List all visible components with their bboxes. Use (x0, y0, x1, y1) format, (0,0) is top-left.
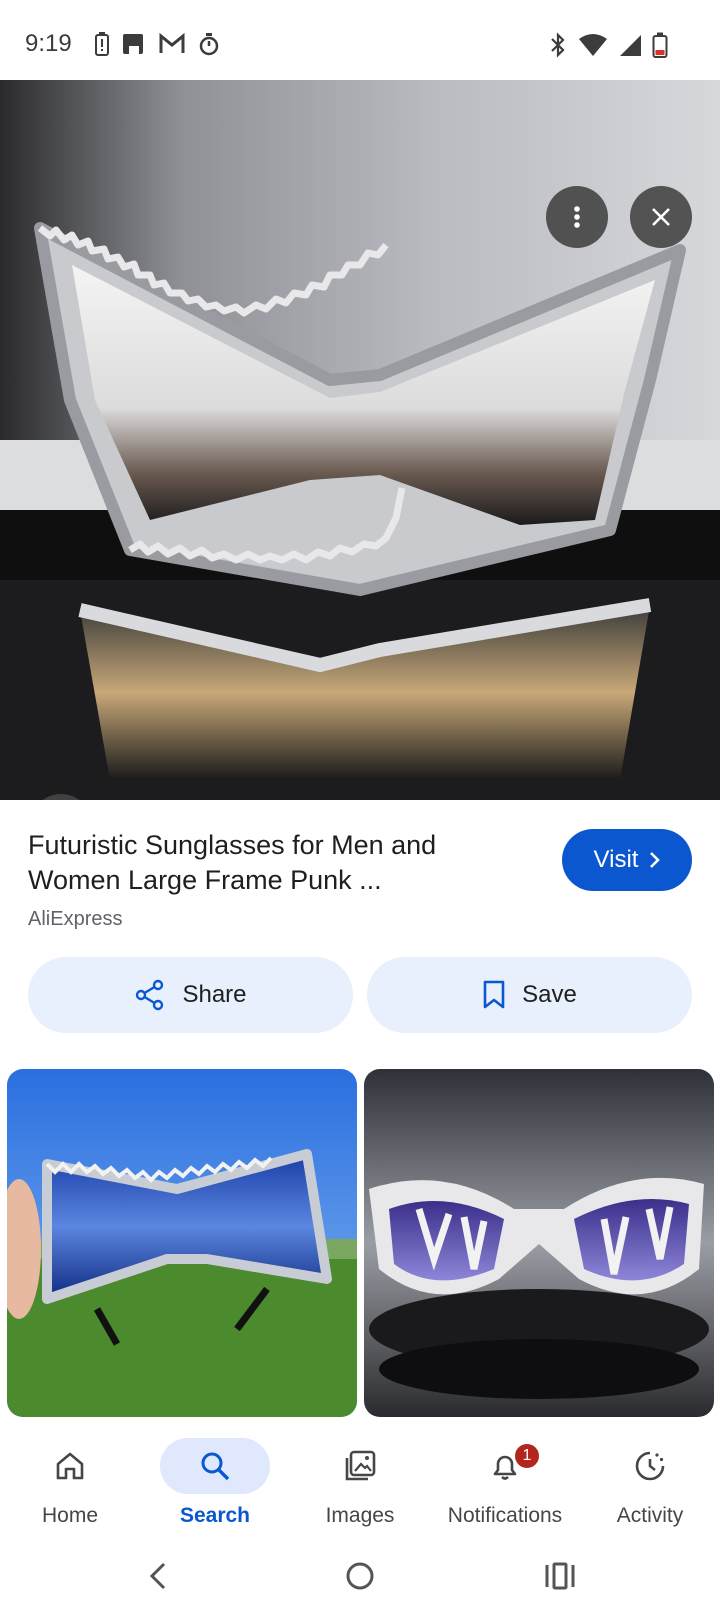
battery-alert-icon (95, 32, 109, 56)
wifi-icon (579, 34, 607, 56)
clipboard-icon (123, 34, 143, 54)
close-icon (652, 208, 670, 226)
screen: 9:19 Futuristic Sunglasses for Men and W… (0, 0, 720, 1612)
status-bar: 9:19 (0, 0, 720, 80)
notification-badge: 1 (513, 1442, 541, 1470)
bookmark-icon (483, 980, 505, 1009)
nav-search-label: Search (179, 1504, 251, 1527)
nav-search[interactable]: Search (145, 1430, 285, 1540)
timer-icon (199, 33, 219, 56)
battery-low-icon (652, 32, 668, 58)
system-navigation-bar (0, 1540, 720, 1612)
visit-button[interactable]: Visit (562, 829, 692, 891)
activity-icon (635, 1451, 665, 1481)
home-icon (56, 1452, 84, 1480)
save-label: Save (522, 981, 577, 1008)
more-vert-icon (574, 206, 580, 228)
bluetooth-icon (551, 32, 565, 58)
back-chevron-icon (149, 1562, 166, 1590)
nav-images[interactable]: Images (290, 1430, 430, 1540)
home-system-button[interactable] (336, 1552, 384, 1600)
nav-activity-label: Activity (616, 1504, 684, 1527)
bottom-navigation: Home Search Images 1 Notifications Activ… (0, 1430, 720, 1540)
save-button[interactable]: Save (367, 957, 692, 1033)
chevron-right-icon (650, 852, 661, 868)
close-button[interactable] (630, 186, 692, 248)
nav-notifications[interactable]: 1 Notifications (435, 1430, 575, 1540)
nav-activity[interactable]: Activity (580, 1430, 720, 1540)
nav-images-label: Images (325, 1504, 395, 1527)
back-button[interactable] (134, 1552, 182, 1600)
more-options-button[interactable] (546, 186, 608, 248)
share-button[interactable]: Share (28, 957, 353, 1033)
share-label: Share (182, 981, 247, 1008)
main-product-image[interactable] (0, 80, 720, 800)
nav-home-label: Home (41, 1504, 99, 1527)
visit-label: Visit (593, 846, 639, 873)
circle-home-icon (346, 1562, 374, 1590)
gmail-icon (159, 33, 185, 53)
nav-notifications-label: Notifications (447, 1504, 563, 1527)
result-source: AliExpress (28, 908, 123, 930)
recents-icon (545, 1562, 575, 1590)
related-image[interactable] (364, 1069, 714, 1417)
related-image[interactable] (7, 1069, 357, 1417)
images-icon (345, 1450, 376, 1481)
nav-home[interactable]: Home (0, 1430, 140, 1540)
share-icon (136, 979, 164, 1011)
recents-button[interactable] (536, 1552, 584, 1600)
search-icon (201, 1452, 230, 1481)
result-title[interactable]: Futuristic Sunglasses for Men and Women … (28, 828, 528, 898)
signal-icon (620, 35, 641, 56)
status-time: 9:19 (25, 30, 72, 57)
